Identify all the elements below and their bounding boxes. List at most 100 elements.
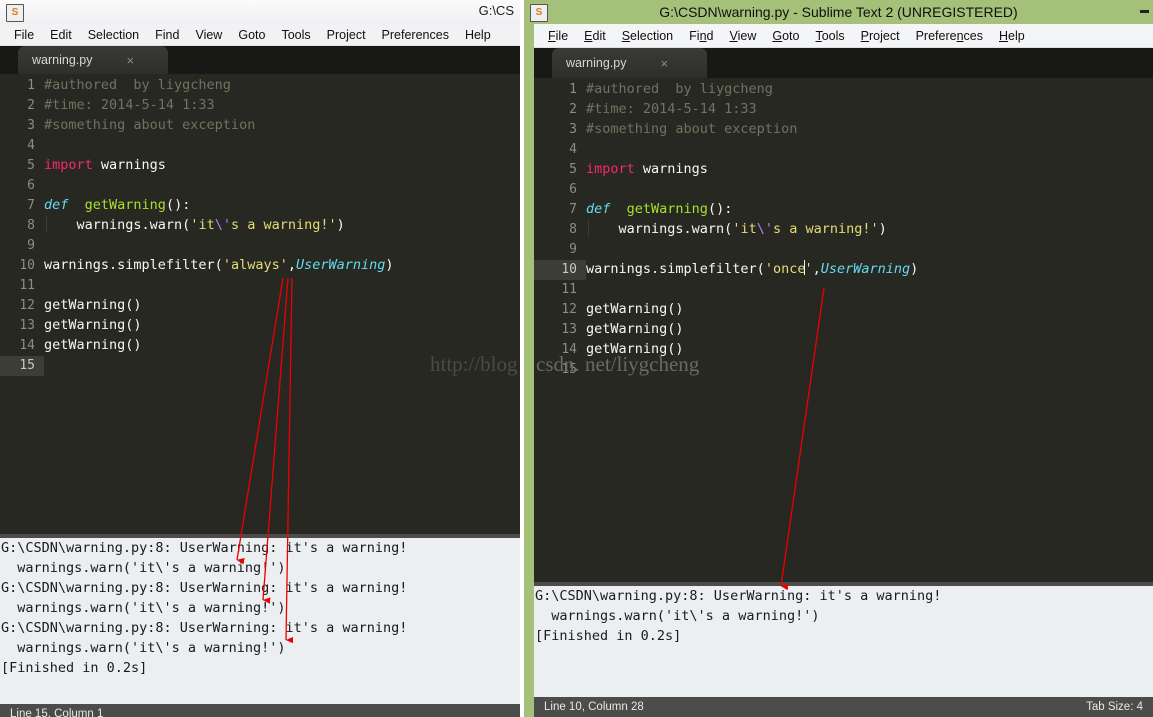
left-titlebar[interactable]: S G:\CS: [0, 0, 520, 25]
line-number: 6: [27, 178, 35, 193]
line-number: 5: [27, 158, 35, 173]
left-code-area[interactable]: 1 #authored by liygcheng 2 #time: 2014-5-14…: [0, 74, 520, 376]
line-number: 13: [561, 322, 577, 337]
right-code-area[interactable]: 1 #authored by liygcheng 2 #time: 2014-5-14…: [534, 78, 1153, 378]
console-line: G:\CSDN\warning.py:8: UserWarning: it's …: [1, 620, 408, 636]
left-tabbar[interactable]: warning.py ×: [0, 46, 520, 74]
line-number: 6: [569, 182, 577, 197]
line-number: 14: [19, 338, 35, 353]
line-number: 2: [569, 102, 577, 117]
console-line: G:\CSDN\warning.py:8: UserWarning: it's …: [535, 588, 942, 604]
code-text: getWarning(): [44, 337, 142, 353]
line-number: 12: [561, 302, 577, 317]
code-text: getWarning(): [586, 321, 684, 337]
menu-item-view[interactable]: View: [721, 27, 764, 45]
code-line-5[interactable]: 5 import warnings: [0, 154, 520, 174]
line-number: 7: [27, 198, 35, 213]
line-number: 9: [27, 238, 35, 253]
right-titlebar[interactable]: S G:\CSDN\warning.py - Sublime Text 2 (U…: [524, 0, 1153, 24]
code-line-8[interactable]: 8 warnings.warn('it\'s a warning!'): [534, 218, 1153, 238]
code-line-1[interactable]: 1 #authored by liygcheng: [534, 78, 1153, 98]
code-line-4[interactable]: 4: [0, 134, 520, 154]
right-menubar[interactable]: File Edit Selection Find View Goto Tools Projec…: [534, 24, 1153, 48]
line-number: 5: [569, 162, 577, 177]
minimize-button[interactable]: [1140, 10, 1149, 13]
right-editor[interactable]: 1 #authored by liygcheng 2 #time: 2014-5-14…: [534, 78, 1153, 582]
menu-item-selection[interactable]: Selection: [614, 27, 681, 45]
menu-item-help[interactable]: Help: [457, 26, 499, 44]
code-line-3[interactable]: 3 #something about exception: [0, 114, 520, 134]
right-tabbar[interactable]: warning.py ×: [534, 48, 1153, 78]
menu-item-edit[interactable]: Edit: [576, 27, 614, 45]
code-line-7[interactable]: 7 def getWarning():: [534, 198, 1153, 218]
code-line-6[interactable]: 6: [534, 178, 1153, 198]
code-text: getWarning(): [586, 301, 684, 317]
code-line-13[interactable]: 13 getWarning(): [534, 318, 1153, 338]
menu-item-file[interactable]: File: [540, 27, 576, 45]
console-line: [Finished in 0.2s]: [535, 628, 682, 644]
menu-item-tools[interactable]: Tools: [273, 26, 318, 44]
code-line-14[interactable]: 14 getWarning(): [0, 334, 520, 354]
indent-guide: [46, 216, 47, 232]
menu-item-preferences[interactable]: Preferences: [374, 26, 457, 44]
left-window-title: G:\CS: [478, 3, 514, 18]
line-number: 2: [27, 98, 35, 113]
code-line-8[interactable]: 8 warnings.warn('it\'s a warning!'): [0, 214, 520, 234]
code-line-2[interactable]: 2 #time: 2014-5-14 1:33: [0, 94, 520, 114]
left-editor[interactable]: 1 #authored by liygcheng 2 #time: 2014-5-14…: [0, 74, 520, 534]
code-line-9[interactable]: 9: [0, 234, 520, 254]
right-window-title: G:\CSDN\warning.py - Sublime Text 2 (UNR…: [659, 4, 1018, 20]
menu-item-find[interactable]: Find: [147, 26, 187, 44]
code-line-9[interactable]: 9: [534, 238, 1153, 258]
close-icon[interactable]: ×: [660, 56, 668, 71]
code-text: def getWarning():: [44, 197, 191, 213]
code-line-4[interactable]: 4: [534, 138, 1153, 158]
tab-warning-py[interactable]: warning.py ×: [552, 48, 707, 78]
code-line-6[interactable]: 6: [0, 174, 520, 194]
menu-item-project[interactable]: Project: [853, 27, 908, 45]
code-text: warnings.simplefilter('always',UserWarni…: [44, 257, 394, 273]
menu-item-file[interactable]: File: [6, 26, 42, 44]
watermark-left: http://blog: [430, 352, 518, 376]
menu-item-edit[interactable]: Edit: [42, 26, 80, 44]
code-line-10[interactable]: 10 warnings.simplefilter('always',UserWar…: [0, 254, 520, 274]
menu-item-selection[interactable]: Selection: [80, 26, 147, 44]
menu-item-goto[interactable]: Goto: [230, 26, 273, 44]
menu-item-view[interactable]: View: [187, 26, 230, 44]
menu-item-find[interactable]: Find: [681, 27, 721, 45]
code-line-2[interactable]: 2 #time: 2014-5-14 1:33: [534, 98, 1153, 118]
code-text: warnings.simplefilter('once',UserWarning…: [586, 260, 919, 277]
code-text: #time: 2014-5-14 1:33: [586, 101, 757, 117]
code-line-3[interactable]: 3 #something about exception: [534, 118, 1153, 138]
line-number: 12: [19, 298, 35, 313]
code-line-7[interactable]: 7 def getWarning():: [0, 194, 520, 214]
code-line-13[interactable]: 13 getWarning(): [0, 314, 520, 334]
tab-label: warning.py: [32, 53, 93, 67]
menu-item-preferences[interactable]: Preferences: [908, 27, 991, 45]
menu-item-help[interactable]: Help: [991, 27, 1033, 45]
code-line-1[interactable]: 1 #authored by liygcheng: [0, 74, 520, 94]
code-text: #authored by liygcheng: [44, 77, 231, 93]
code-line-10[interactable]: 10 warnings.simplefilter('once',UserWarni…: [534, 258, 1153, 280]
console-line: warnings.warn('it\'s a warning!'): [1, 560, 286, 576]
tab-warning-py[interactable]: warning.py ×: [18, 46, 168, 74]
line-number: 8: [569, 222, 577, 237]
code-line-11[interactable]: 11: [0, 274, 520, 294]
sublime-text-icon: S: [6, 4, 24, 22]
line-number: 13: [19, 318, 35, 333]
left-statusbar: Line 15, Column 1: [0, 704, 520, 717]
code-line-11[interactable]: 11: [534, 278, 1153, 298]
code-line-12[interactable]: 12 getWarning(): [0, 294, 520, 314]
sublime-text-icon: S: [530, 4, 548, 22]
menu-item-goto[interactable]: Goto: [764, 27, 807, 45]
code-line-5[interactable]: 5 import warnings: [534, 158, 1153, 178]
menu-item-project[interactable]: Project: [319, 26, 374, 44]
line-number: 4: [27, 138, 35, 153]
code-text: warnings.warn('it\'s a warning!'): [586, 221, 887, 237]
code-text: #time: 2014-5-14 1:33: [44, 97, 215, 113]
left-menubar[interactable]: File Edit Selection Find View Goto Tools Projec…: [0, 24, 520, 46]
code-line-12[interactable]: 12 getWarning(): [534, 298, 1153, 318]
left-build-output[interactable]: G:\CSDN\warning.py:8: UserWarning: it's …: [0, 534, 520, 704]
menu-item-tools[interactable]: Tools: [807, 27, 852, 45]
close-icon[interactable]: ×: [126, 53, 134, 68]
